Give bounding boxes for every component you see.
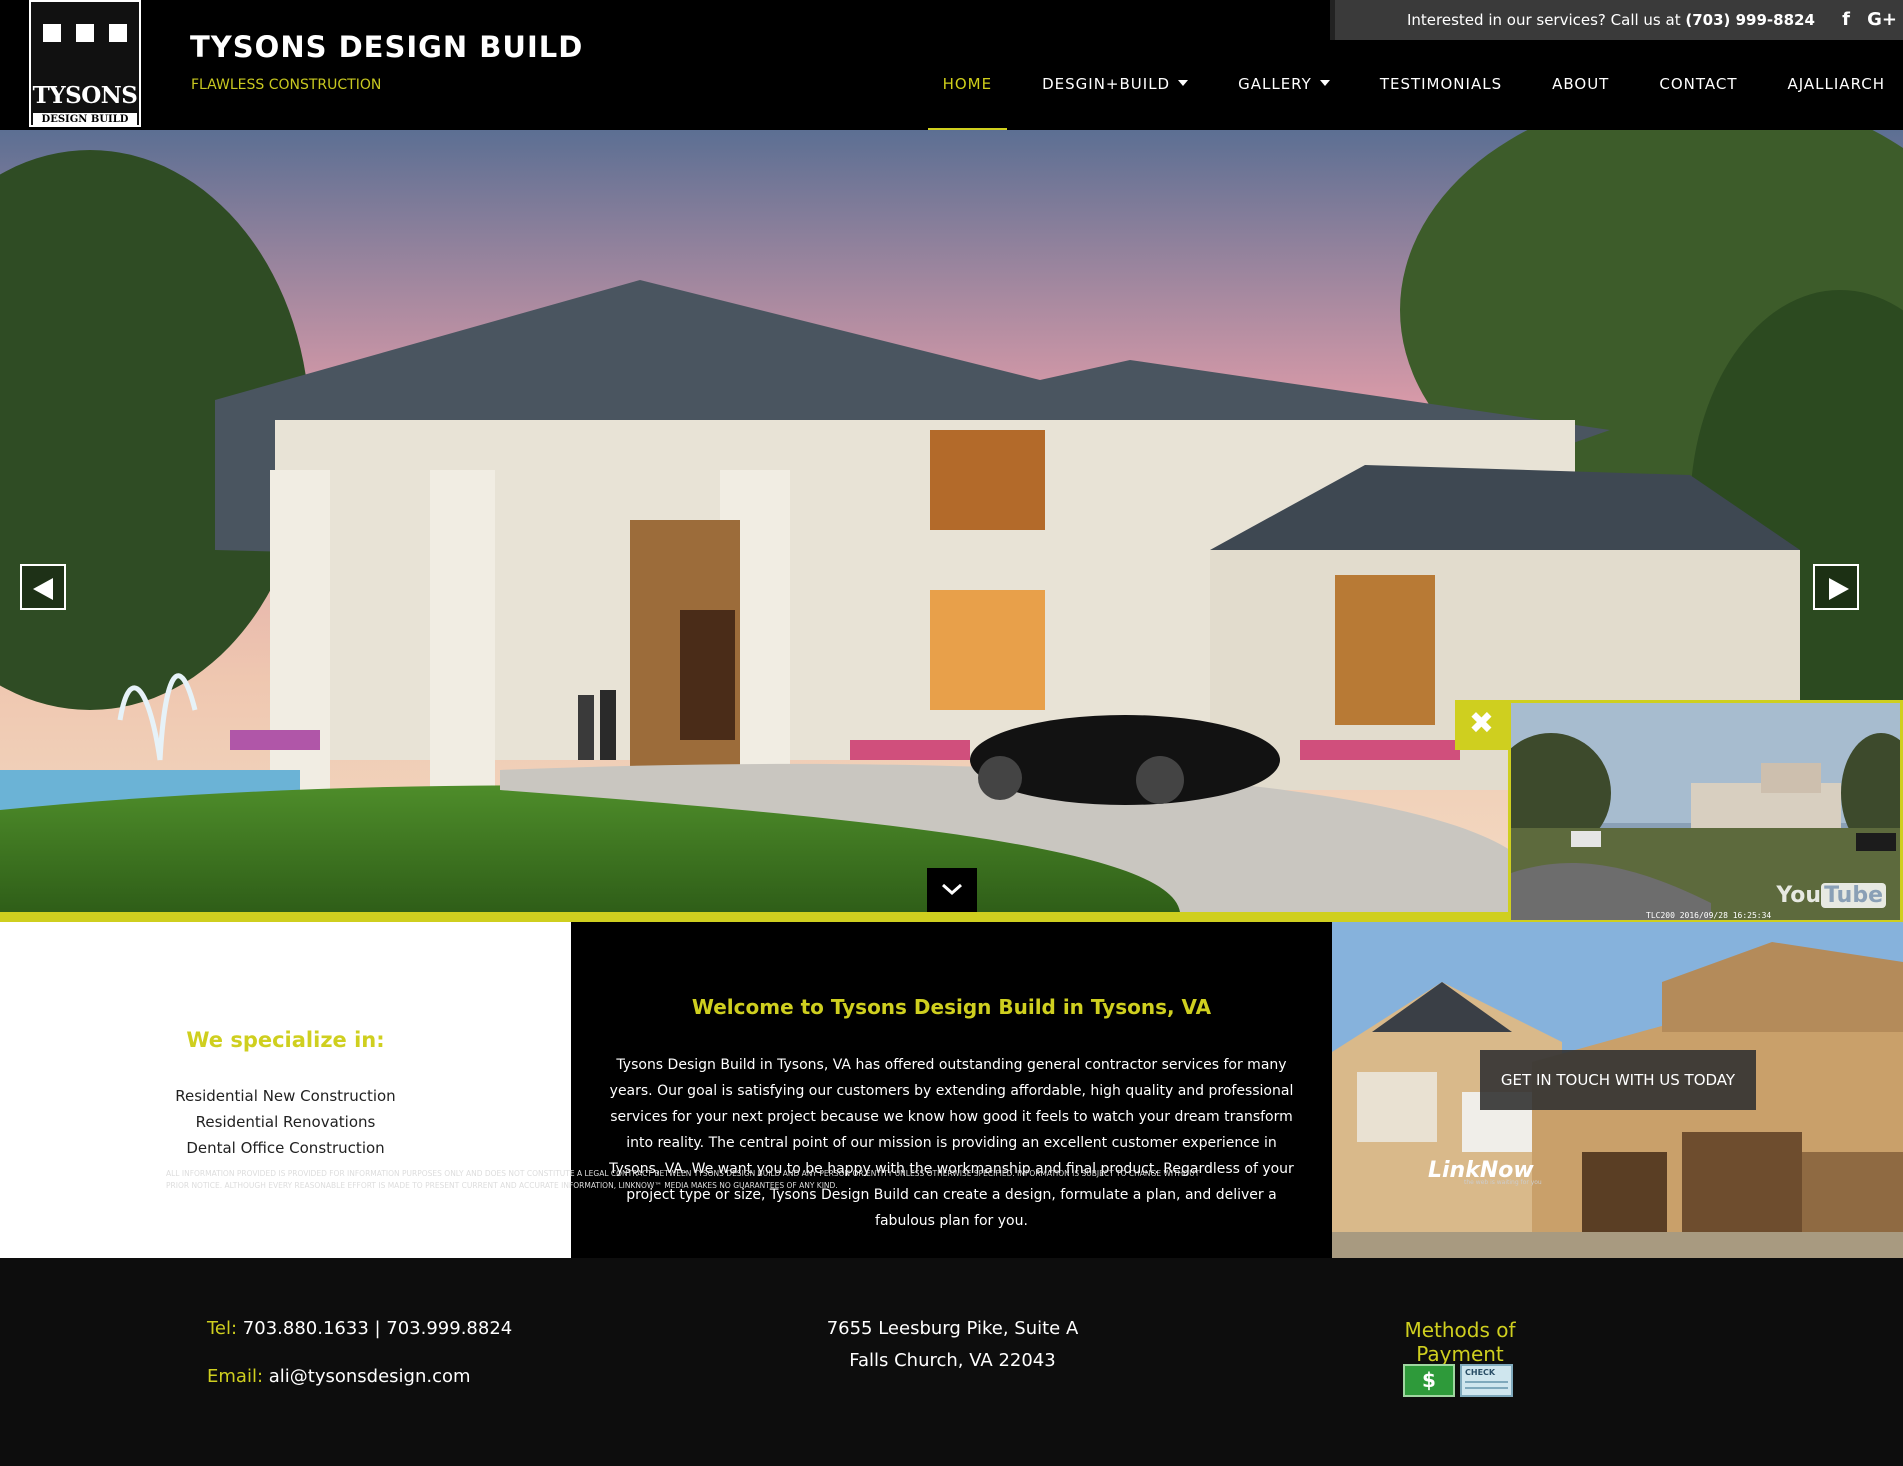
video-close-button[interactable]: ✖ (1455, 700, 1508, 750)
footer-email: Email: ali@tysonsdesign.com (207, 1366, 471, 1387)
chevron-down-icon (942, 883, 962, 896)
arrow-right-icon (1829, 578, 1849, 600)
logo-text: TYSONS (32, 82, 138, 109)
video-player[interactable]: You Tube TLC200 2016/09/28 16:25:34 (1508, 700, 1903, 923)
specialize-section: We specialize in: Residential New Constr… (0, 922, 571, 1258)
site-title[interactable]: TYSONS DESIGN BUILD (190, 30, 583, 64)
nav-ajalliarch[interactable]: AJALLIARCH (1787, 70, 1885, 98)
welcome-body: Tysons Design Build in Tysons, VA has of… (609, 1057, 1294, 1229)
nav-label: TESTIMONIALS (1379, 75, 1503, 93)
list-item: Residential New Construction (175, 1087, 396, 1105)
nav-label: GALLERY (1238, 75, 1312, 93)
linknow-logo[interactable]: LinkNow the web is waiting for you (1428, 1158, 1542, 1186)
youtube-tube: Tube (1821, 883, 1886, 908)
address-line-1: 7655 Leesburg Pike, Suite A (826, 1318, 1079, 1339)
nav-label: CONTACT (1659, 75, 1738, 93)
youtube-you: You (1776, 883, 1822, 908)
welcome-heading: Welcome to Tysons Design Build in Tysons… (691, 995, 1212, 1019)
youtube-logo: You Tube (1776, 883, 1886, 908)
logo[interactable]: TYSONS DESIGN BUILD (29, 0, 141, 127)
slider-next-button[interactable] (1813, 564, 1859, 610)
close-icon: ✖ (1468, 706, 1495, 741)
specialize-heading: We specialize in: (186, 1028, 385, 1052)
get-in-touch-button[interactable]: GET IN TOUCH WITH US TODAY (1480, 1050, 1756, 1110)
google-plus-icon[interactable]: G+ (1864, 0, 1900, 40)
contact-prefix: Interested in our services? Call us at (1407, 11, 1686, 29)
tel-value[interactable]: 703.880.1633 | 703.999.8824 (237, 1318, 512, 1339)
nav-label: ABOUT (1552, 75, 1610, 93)
nav-testimonials[interactable]: TESTIMONIALS (1380, 70, 1502, 98)
scroll-down-button[interactable] (927, 868, 977, 913)
tel-label: Tel: (207, 1318, 238, 1339)
footer-phone: Tel: 703.880.1633 | 703.999.8824 (207, 1318, 512, 1339)
caret-down-icon (1178, 79, 1189, 86)
contact-message: Interested in our services? Call us at (… (1407, 11, 1815, 29)
logo-square-icon (76, 24, 94, 42)
check-label: CHECK (1465, 1368, 1496, 1377)
main-nav: HOME DESGIN+BUILD GALLERY TESTIMONIALS A… (893, 70, 1885, 131)
list-item: Dental Office Construction (186, 1139, 385, 1157)
email-value[interactable]: ali@tysonsdesign.com (263, 1366, 471, 1387)
slider-prev-button[interactable] (20, 564, 66, 610)
nav-label: AJALLIARCH (1787, 75, 1885, 93)
email-label: Email: (207, 1366, 264, 1387)
contact-phone[interactable]: (703) 999-8824 (1685, 11, 1815, 29)
logo-square-icon (43, 24, 61, 42)
logo-square-icon (109, 24, 127, 42)
cta-section: GET IN TOUCH WITH US TODAY (1332, 922, 1903, 1258)
linknow-tagline: the web is waiting for you (1464, 1179, 1542, 1186)
cash-icon: $ (1403, 1364, 1455, 1397)
nav-label: DESGIN+BUILD (1042, 75, 1171, 93)
logo-subtext: DESIGN BUILD (33, 113, 137, 127)
check-icon: CHECK (1460, 1364, 1513, 1397)
contact-bar: Interested in our services? Call us at (… (1330, 0, 1903, 40)
tagline: FLAWLESS CONSTRUCTION (191, 77, 382, 93)
nav-design-build[interactable]: DESGIN+BUILD (1042, 70, 1189, 98)
nav-gallery[interactable]: GALLERY (1238, 70, 1330, 98)
video-timestamp: TLC200 2016/09/28 16:25:34 (1646, 911, 1772, 920)
caret-down-icon (1319, 79, 1330, 86)
facebook-icon[interactable]: f (1828, 0, 1864, 40)
arrow-left-icon (33, 578, 53, 600)
nav-about[interactable]: ABOUT (1552, 70, 1609, 98)
nav-label: HOME (942, 75, 993, 93)
footer: Tel: 703.880.1633 | 703.999.8824 Email: … (0, 1258, 1903, 1466)
payment-heading: Methods of Payment (1404, 1318, 1516, 1366)
top-header: TYSONS DESIGN BUILD TYSONS DESIGN BUILD … (0, 0, 1903, 131)
address-line-2: Falls Church, VA 22043 (849, 1350, 1056, 1371)
specialize-list: Residential New Construction Residential… (0, 1083, 571, 1161)
list-item: Residential Renovations (195, 1113, 376, 1131)
welcome-section: Welcome to Tysons Design Build in Tysons… (571, 922, 1332, 1258)
nav-contact[interactable]: CONTACT (1659, 70, 1737, 98)
nav-home[interactable]: HOME (927, 70, 1007, 131)
disclaimer: All information provided is provided for… (166, 1169, 1200, 1190)
